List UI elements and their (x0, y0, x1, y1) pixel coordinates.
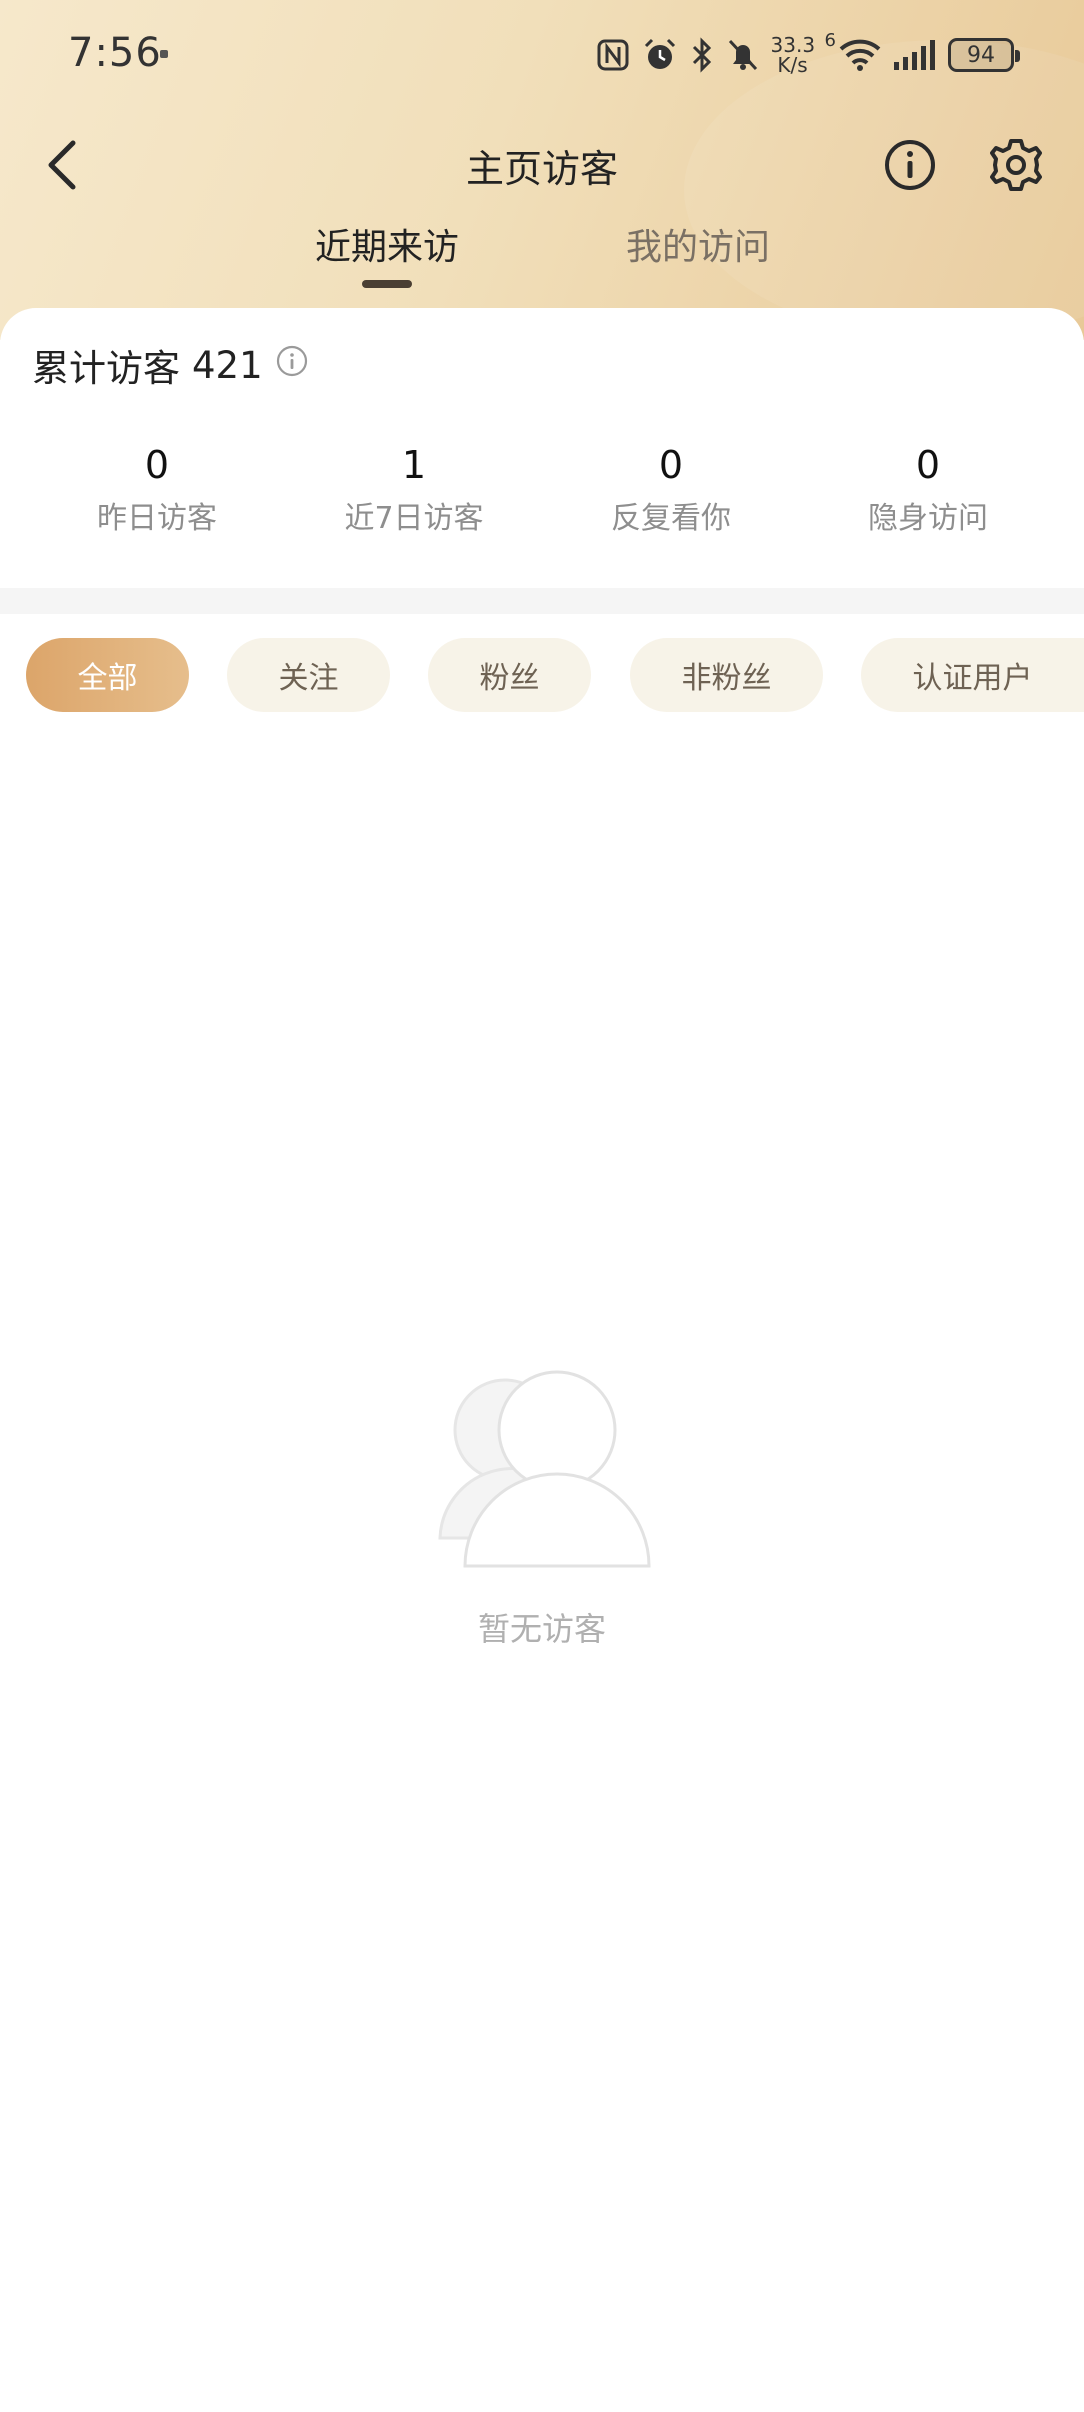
visitor-screen: 7:56 33.3 K/s 6 94 主页访客 近期来访 我的访问 累计访客 4… (0, 0, 1084, 2412)
users-placeholder-icon (435, 1368, 655, 1568)
total-visitors-value: 421 (192, 343, 263, 387)
total-info-icon[interactable] (275, 344, 309, 387)
settings-button[interactable] (986, 135, 1046, 195)
battery-level: 94 (967, 42, 995, 68)
signal-type: 6 (824, 30, 836, 51)
notification-dot-icon (160, 50, 168, 58)
network-speed-value: 33.3 (770, 33, 816, 57)
stat-label: 昨日访客 (97, 501, 217, 536)
status-icons: 33.3 K/s 6 94 (595, 30, 1020, 80)
mute-bell-icon (728, 39, 757, 71)
bluetooth-icon (692, 37, 711, 73)
battery-icon: 94 (948, 38, 1020, 72)
stat-repeat-views[interactable]: 0 反复看你 (561, 443, 781, 537)
tab-my-visits[interactable]: 我的访问 (598, 218, 798, 270)
status-time: 7:56 (68, 30, 162, 76)
status-bar: 7:56 33.3 K/s 6 94 (0, 0, 1084, 110)
tab-indicator (362, 280, 412, 288)
section-divider (0, 588, 1084, 614)
stat-value: 0 (915, 443, 941, 487)
stat-last-7-days[interactable]: 1 近7日访客 (304, 443, 524, 537)
stat-value: 0 (658, 443, 684, 487)
alarm-icon (644, 38, 675, 69)
filter-chips: 全部 关注 粉丝 非粉丝 认证用户 (0, 638, 1084, 712)
total-visitors: 累计访客 421 (32, 338, 309, 392)
stat-value: 0 (144, 443, 170, 487)
tab-bar: 近期来访 我的访问 (0, 218, 1084, 298)
filter-verified-users[interactable]: 认证用户 (861, 638, 1084, 712)
stat-label: 近7日访客 (344, 501, 484, 536)
filter-all[interactable]: 全部 (26, 638, 189, 712)
summary-card: 累计访客 421 0 昨日访客 1 近7日访客 0 反复看你 0 隐身访问 (0, 308, 1084, 588)
stat-label: 反复看你 (611, 501, 731, 536)
filter-following[interactable]: 关注 (227, 638, 390, 712)
stat-label: 隐身访问 (868, 501, 988, 536)
stat-value: 1 (401, 443, 427, 487)
network-speed-unit: K/s (777, 53, 808, 77)
gear-icon (990, 139, 1042, 191)
info-button[interactable] (880, 135, 940, 195)
network-speed: 33.3 K/s (770, 33, 816, 77)
total-visitors-label: 累计访客 (32, 347, 180, 390)
filter-fans[interactable]: 粉丝 (428, 638, 591, 712)
stat-yesterday[interactable]: 0 昨日访客 (47, 443, 267, 537)
nfc-icon (597, 39, 629, 71)
cell-signal-icon (894, 40, 935, 70)
wifi-icon (839, 39, 881, 71)
filter-non-fans[interactable]: 非粉丝 (630, 638, 823, 712)
tab-recent-visits[interactable]: 近期来访 (287, 218, 487, 270)
stat-invisible-visits[interactable]: 0 隐身访问 (818, 443, 1038, 537)
info-icon (885, 140, 935, 190)
empty-state-text: 暂无访客 (477, 1610, 606, 1648)
